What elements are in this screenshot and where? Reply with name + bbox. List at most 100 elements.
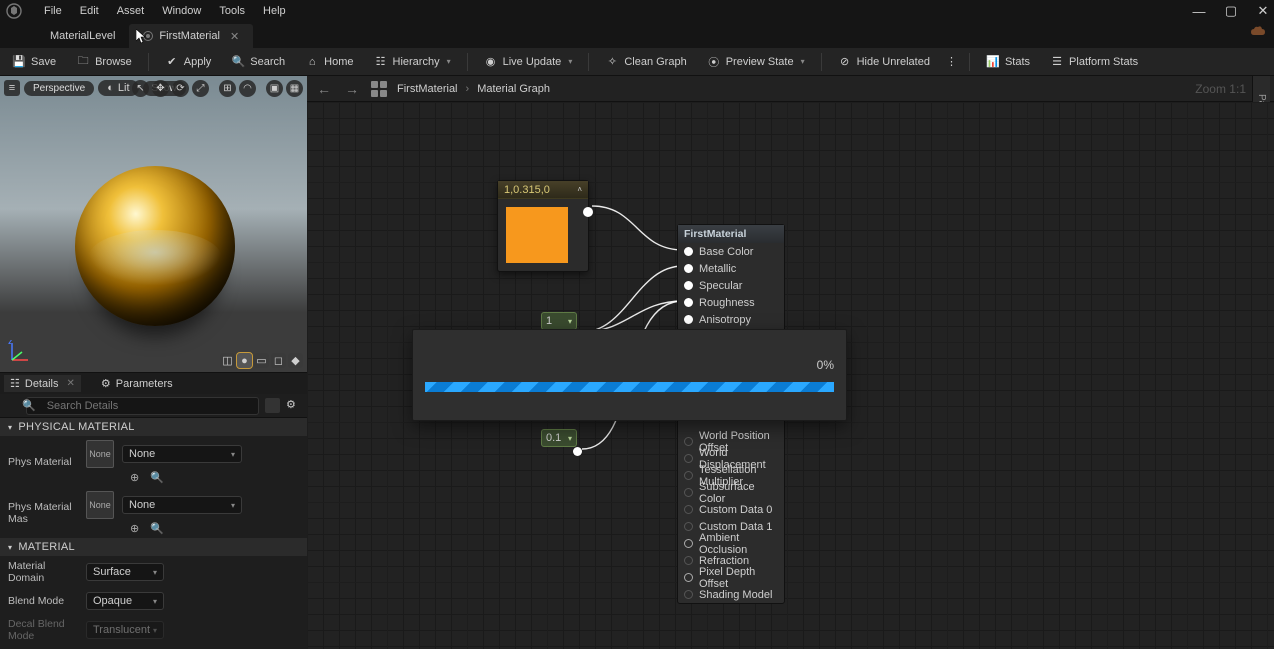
chevron-down-icon: ▾: [8, 543, 12, 552]
search-button[interactable]: 🔍Search: [223, 52, 293, 72]
pin-custom-data-0[interactable]: Custom Data 0: [678, 501, 784, 518]
material-graph-canvas[interactable]: 1,0.315,0˄ 1▾ 0.1▾ FirstMaterial Base Co…: [307, 102, 1274, 649]
rotate-tool-icon[interactable]: ⟳: [172, 80, 189, 97]
window-controls: — ▢ ✕: [1192, 0, 1270, 22]
pin-pixel-depth-offset[interactable]: Pixel Depth Offset: [678, 569, 784, 586]
minimize-button[interactable]: —: [1192, 4, 1206, 19]
stats-button[interactable]: 📊Stats: [978, 52, 1038, 72]
stats-icon: 📊: [986, 55, 1000, 69]
phys-material-mask-dropdown[interactable]: None▾: [122, 496, 242, 514]
pin-roughness[interactable]: Roughness: [678, 294, 784, 311]
shape-cube-icon[interactable]: ◻: [271, 353, 286, 368]
browse-button[interactable]: 🗀Browse: [68, 52, 140, 72]
browse-to-icon[interactable]: 🔍: [150, 522, 162, 534]
snap-angle-icon[interactable]: ◠: [239, 80, 256, 97]
node-scalar-a[interactable]: 1▾: [541, 312, 577, 330]
nav-forward-icon[interactable]: →: [343, 80, 361, 98]
platform-stats-button[interactable]: ☰Platform Stats: [1042, 52, 1146, 72]
chevron-down-icon[interactable]: ▾: [568, 434, 572, 443]
menu-window[interactable]: Window: [162, 5, 201, 17]
dropdown-blend-mode[interactable]: Opaque▾: [86, 592, 164, 610]
output-pin[interactable]: [573, 447, 582, 456]
graph-home-icon[interactable]: [371, 81, 387, 97]
scale-tool-icon[interactable]: ⤢: [192, 80, 209, 97]
menu-file[interactable]: File: [44, 5, 62, 17]
tab-materiallevel[interactable]: MaterialLevel: [36, 24, 129, 48]
collapse-icon[interactable]: ˄: [577, 185, 582, 194]
settings-gear-icon[interactable]: ⚙: [286, 398, 301, 413]
toolbar-separator: [821, 53, 822, 71]
save-button[interactable]: 💾Save: [4, 52, 64, 72]
home-button[interactable]: ⌂Home: [297, 52, 361, 72]
category-material[interactable]: ▾MATERIAL: [0, 538, 307, 556]
browse-to-icon[interactable]: 🔍: [150, 471, 162, 483]
progress-bar: [425, 382, 834, 392]
color-swatch[interactable]: [506, 207, 568, 263]
breadcrumb-root[interactable]: FirstMaterial: [397, 83, 458, 95]
hide-unrelated-options[interactable]: ⋮: [942, 52, 961, 71]
prop-material-domain: Material Domain Surface▾: [0, 556, 307, 588]
maximize-button[interactable]: ▢: [1224, 3, 1238, 19]
pin-subsurface-color[interactable]: Subsurface Color: [678, 484, 784, 501]
parameters-icon: ⚙: [101, 377, 111, 390]
compile-progress-dialog: 0%: [412, 329, 847, 421]
use-selected-icon[interactable]: ⊕: [130, 471, 142, 483]
breadcrumb-leaf[interactable]: Material Graph: [477, 83, 550, 95]
details-panel[interactable]: ▾PHYSICAL MATERIAL Phys Material None No…: [0, 418, 307, 649]
apply-button[interactable]: ✔Apply: [157, 52, 220, 72]
nav-back-icon[interactable]: ←: [315, 80, 333, 98]
live-icon: ◉: [484, 55, 498, 69]
menu-tools[interactable]: Tools: [219, 5, 245, 17]
clean-graph-button[interactable]: ✧Clean Graph: [597, 52, 694, 72]
check-icon: ✔: [165, 55, 179, 69]
chevron-down-icon: ▾: [8, 423, 12, 432]
select-tool-icon[interactable]: ↖: [132, 80, 149, 97]
tab-parameters[interactable]: ⚙ Parameters: [95, 375, 179, 392]
hide-unrelated-button[interactable]: ⊘Hide Unrelated: [830, 52, 938, 72]
pin-shading-model[interactable]: Shading Model: [678, 586, 784, 603]
details-search-input[interactable]: [26, 397, 259, 415]
view-grid-icon[interactable]: [265, 398, 280, 413]
shape-custom-icon[interactable]: ◆: [288, 353, 303, 368]
phys-material-dropdown[interactable]: None▾: [122, 445, 242, 463]
viewport-perspective-button[interactable]: Perspective: [24, 81, 94, 96]
shape-plane-icon[interactable]: ▭: [254, 353, 269, 368]
pin-base-color[interactable]: Base Color: [678, 243, 784, 260]
close-icon[interactable]: ✕: [67, 378, 75, 389]
live-update-button[interactable]: ◉Live Update▾: [476, 52, 581, 72]
node-constant-color[interactable]: 1,0.315,0˄: [497, 180, 589, 272]
pin-anisotropy[interactable]: Anisotropy: [678, 311, 784, 328]
menu-edit[interactable]: Edit: [80, 5, 99, 17]
caret-icon: ▾: [568, 57, 572, 66]
camera-speed-icon[interactable]: ▣: [266, 80, 283, 97]
move-tool-icon[interactable]: ✥: [152, 80, 169, 97]
pin-metallic[interactable]: Metallic: [678, 260, 784, 277]
menu-asset[interactable]: Asset: [117, 5, 145, 17]
toolbar-separator: [148, 53, 149, 71]
node-scalar-b[interactable]: 0.1▾: [541, 429, 577, 447]
snap-grid-icon[interactable]: ⊞: [219, 80, 236, 97]
viewport-menu-button[interactable]: ≡: [4, 80, 20, 96]
category-physical-material[interactable]: ▾PHYSICAL MATERIAL: [0, 418, 307, 436]
preview-viewport[interactable]: ≡ Perspective ◐Lit Show ↖ ✥ ⟳ ⤢ ⊞ ◠ ▣ ▦ …: [0, 76, 307, 372]
output-pin[interactable]: [583, 207, 593, 217]
preview-state-button[interactable]: ⦿Preview State▾: [699, 52, 813, 72]
hierarchy-button[interactable]: ☷Hierarchy▾: [366, 52, 459, 72]
main-menubar: File Edit Asset Window Tools Help — ▢ ✕: [0, 0, 1274, 22]
source-control-icon[interactable]: [1250, 26, 1266, 38]
shape-sphere-icon[interactable]: ●: [237, 353, 252, 368]
dropdown-material-domain[interactable]: Surface▾: [86, 563, 164, 581]
asset-thumbnail[interactable]: None: [86, 491, 114, 519]
chevron-down-icon[interactable]: ▾: [568, 317, 572, 326]
asset-thumbnail[interactable]: None: [86, 440, 114, 468]
tab-close-icon[interactable]: ✕: [230, 30, 239, 43]
tab-details[interactable]: ☷ Details ✕: [4, 375, 81, 392]
shape-cylinder-icon[interactable]: ◫: [220, 353, 235, 368]
pin-ambient-occlusion[interactable]: Ambient Occlusion: [678, 535, 784, 552]
pin-specular[interactable]: Specular: [678, 277, 784, 294]
viewport-options-icon[interactable]: ▦: [286, 80, 303, 97]
menu-help[interactable]: Help: [263, 5, 286, 17]
close-button[interactable]: ✕: [1256, 3, 1270, 19]
use-selected-icon[interactable]: ⊕: [130, 522, 142, 534]
hierarchy-icon: ☷: [374, 55, 388, 69]
